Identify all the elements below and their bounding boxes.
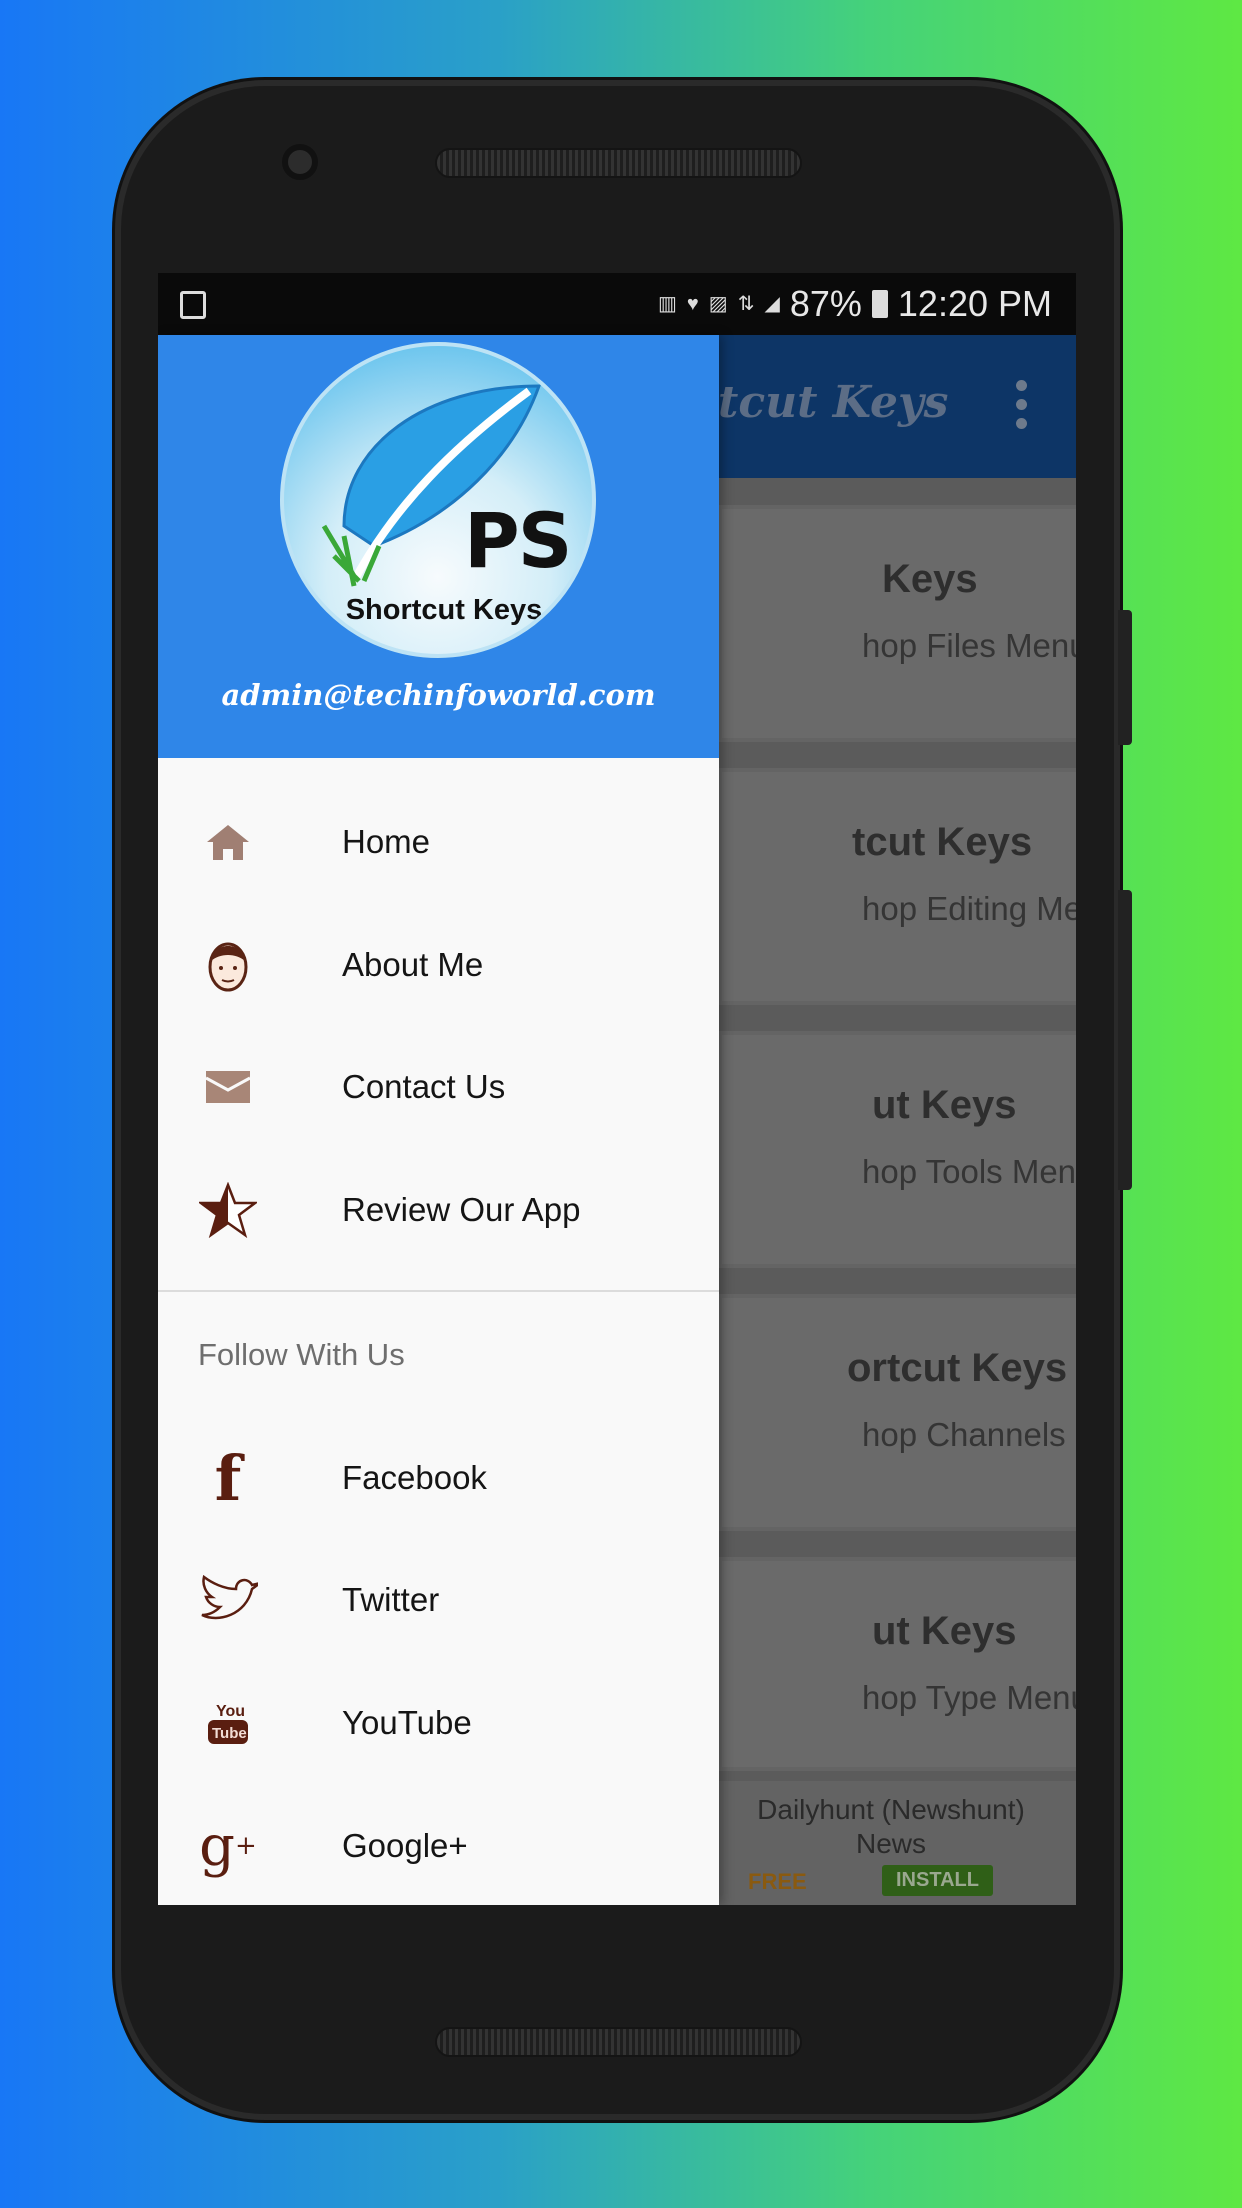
ad-install-button[interactable]: INSTALL	[882, 1865, 993, 1896]
drawer-item-review[interactable]: Review Our App	[158, 1155, 719, 1265]
drawer-item-label: Twitter	[342, 1581, 440, 1618]
card-title: tcut Keys	[852, 820, 1033, 864]
card-subtitle: hop Tools Menu	[862, 1153, 1076, 1190]
volte-icon: ▥	[658, 293, 677, 315]
svg-text:You: You	[216, 1703, 245, 1720]
drawer-item-youtube[interactable]: You Tube YouTube	[158, 1668, 719, 1778]
bottom-speaker	[435, 2027, 802, 2057]
card-subtitle: hop Type Menu	[862, 1679, 1076, 1716]
app-logo: PS Shortcut Keys	[280, 342, 596, 658]
ad-title: Dailyhunt (Newshunt) News	[757, 1794, 1025, 1859]
screen: ▥ ♥ ▨ ⇅ ◢ 87% 12:20 PM tcut Keys Keys hop…	[158, 273, 1076, 1905]
notification-icon: ♥	[686, 293, 699, 315]
drawer-item-label: Home	[342, 823, 431, 860]
power-button	[1118, 610, 1132, 745]
drawer-item-label: Facebook	[342, 1459, 487, 1496]
twitter-icon	[198, 1570, 258, 1630]
gallery-icon	[180, 291, 206, 319]
clock: 12:20 PM	[897, 283, 1052, 324]
top-speaker	[435, 148, 802, 178]
star-icon	[198, 1180, 258, 1240]
drawer-divider	[158, 1290, 719, 1292]
svg-text:Tube: Tube	[212, 1725, 247, 1742]
drawer-item-contact[interactable]: Contact Us	[158, 1032, 719, 1142]
drawer-item-label: Contact Us	[342, 1068, 506, 1105]
section-title: Follow With Us	[198, 1337, 405, 1372]
card-title: ut Keys	[872, 1083, 1017, 1127]
google-plus-icon: g +	[199, 1813, 257, 1879]
app-title: tcut Keys	[718, 377, 949, 428]
card-title: Keys	[882, 557, 978, 601]
status-bar: ▥ ♥ ▨ ⇅ ◢ 87% 12:20 PM	[158, 273, 1076, 335]
logo-text: PS	[464, 496, 572, 585]
card-title: ut Keys	[872, 1609, 1017, 1653]
category-card[interactable]: ortcut Keys hop Channels Menu	[718, 1294, 1076, 1531]
ad-price: FREE	[748, 1869, 807, 1894]
lte-icon: ⇅	[737, 293, 755, 315]
battery-icon	[871, 290, 888, 318]
face-icon	[198, 935, 258, 995]
drawer-item-facebook[interactable]: f Facebook	[158, 1423, 719, 1533]
card-subtitle: hop Editing Menu	[862, 890, 1076, 927]
data-icon: ▨	[708, 293, 728, 315]
navigation-drawer: PS Shortcut Keys admin@techinfoworld.com…	[158, 335, 719, 1905]
logo-subtitle: Shortcut Keys	[345, 594, 543, 626]
card-title: ortcut Keys	[847, 1346, 1068, 1390]
drawer-item-label: Google+	[342, 1827, 468, 1864]
volume-button	[1118, 890, 1132, 1190]
overflow-menu-icon[interactable]	[1016, 380, 1028, 429]
card-subtitle: hop Channels Menu	[862, 1416, 1076, 1453]
drawer-item-twitter[interactable]: Twitter	[158, 1545, 719, 1655]
drawer-item-label: YouTube	[342, 1704, 472, 1741]
battery-percent: 87%	[789, 283, 862, 324]
user-email: admin@techinfoworld.com	[221, 678, 656, 712]
ad-banner[interactable]: Dailyhunt (Newshunt) News FREE INSTALL	[718, 1781, 1076, 1905]
category-card[interactable]: Keys hop Files Menu	[718, 505, 1076, 742]
front-camera	[282, 144, 318, 180]
category-card[interactable]: tcut Keys hop Editing Menu	[718, 768, 1076, 1005]
facebook-icon: f	[214, 1441, 242, 1515]
signal-icon: ◢	[764, 293, 780, 315]
category-card[interactable]: ut Keys hop Tools Menu	[718, 1031, 1076, 1268]
drawer-item-home[interactable]: Home	[158, 787, 719, 897]
envelope-icon	[198, 1057, 258, 1117]
youtube-icon: You Tube	[198, 1693, 258, 1753]
home-icon	[198, 812, 258, 872]
card-subtitle: hop Files Menu	[862, 627, 1076, 664]
drawer-item-google-plus[interactable]: g + Google+	[158, 1791, 719, 1901]
drawer-header: PS Shortcut Keys admin@techinfoworld.com	[158, 335, 719, 758]
drawer-item-about[interactable]: About Me	[158, 910, 719, 1020]
drawer-item-label: Review Our App	[342, 1191, 581, 1228]
category-card[interactable]: ut Keys hop Type Menu	[718, 1557, 1076, 1771]
drawer-item-label: About Me	[342, 946, 484, 983]
